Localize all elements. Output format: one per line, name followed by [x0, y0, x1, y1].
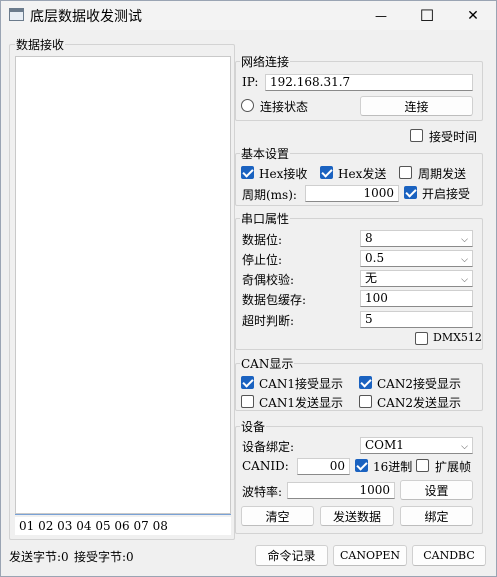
connection-status-radio[interactable] — [241, 99, 254, 112]
receive-bytes-counter: 接受字节:0 — [74, 550, 134, 564]
hex16-label: 16进制 — [373, 460, 413, 474]
dmx512-checkbox[interactable] — [415, 332, 428, 345]
timeout-label: 超时判断: — [242, 314, 295, 328]
extended-frame-checkbox[interactable] — [416, 459, 429, 472]
minimize-icon: — — [375, 8, 387, 23]
data-bits-value: 8 — [365, 231, 373, 245]
can-display-title: CAN显示 — [240, 355, 295, 372]
bind-button[interactable]: 绑定 — [400, 506, 473, 526]
can2-send-label: CAN2发送显示 — [377, 396, 461, 410]
stop-bits-label: 停止位: — [242, 253, 283, 267]
clear-button[interactable]: 清空 — [241, 506, 314, 526]
input-divider — [15, 514, 231, 515]
baud-rate-label: 波特率: — [242, 485, 283, 499]
send-bytes-counter: 发送字节:0 — [9, 550, 69, 564]
window-title: 底层数据收发测试 — [30, 9, 142, 25]
close-button[interactable]: ✕ — [450, 1, 496, 30]
device-group-title: 设备 — [240, 418, 267, 435]
periodic-send-label: 周期发送 — [418, 167, 467, 181]
baud-rate-input[interactable]: 1000 — [287, 482, 395, 499]
device-bind-select[interactable]: COM1 ⌵ — [360, 437, 473, 454]
device-bind-label: 设备绑定: — [242, 440, 295, 454]
receive-time-checkbox[interactable] — [410, 129, 423, 142]
hex-receive-checkbox[interactable] — [241, 166, 254, 179]
maximize-icon: ☐ — [419, 6, 435, 25]
ip-input[interactable]: 192.168.31.7 — [265, 74, 473, 91]
stop-bits-select[interactable]: 0.5 ⌵ — [360, 250, 473, 267]
device-bind-value: COM1 — [365, 438, 404, 452]
period-label: 周期(ms): — [242, 188, 297, 202]
buffer-input[interactable]: 100 — [360, 290, 473, 307]
open-receive-label: 开启接受 — [422, 187, 471, 201]
parity-select[interactable]: 无 ⌵ — [360, 270, 473, 287]
receive-textarea[interactable] — [15, 56, 231, 514]
ip-label: IP: — [242, 75, 259, 89]
buffer-label: 数据包缓存: — [242, 293, 307, 307]
receive-group-title: 数据接收 — [15, 36, 66, 53]
send-data-input[interactable]: 01 02 03 04 05 06 07 08 — [15, 517, 231, 535]
chevron-down-icon: ⌵ — [461, 255, 468, 265]
connection-status-label: 连接状态 — [260, 100, 309, 114]
dmx512-label: DMX512 — [433, 331, 482, 344]
set-button[interactable]: 设置 — [400, 480, 473, 500]
command-log-button[interactable]: 命令记录 — [255, 545, 328, 566]
minimize-button[interactable]: — — [358, 1, 404, 30]
parity-value: 无 — [365, 271, 378, 285]
data-bits-select[interactable]: 8 ⌵ — [360, 230, 473, 247]
can2-receive-checkbox[interactable] — [359, 376, 372, 389]
stop-bits-value: 0.5 — [365, 251, 385, 265]
basic-settings-title: 基本设置 — [240, 145, 291, 162]
candbc-button[interactable]: CANDBC — [412, 545, 486, 566]
chevron-down-icon: ⌵ — [461, 235, 468, 245]
hex16-checkbox[interactable] — [355, 459, 368, 472]
open-receive-checkbox[interactable] — [404, 186, 417, 199]
timeout-input[interactable]: 5 — [360, 311, 473, 328]
hex-receive-label: Hex接收 — [259, 167, 308, 181]
close-icon: ✕ — [467, 7, 479, 24]
network-group-title: 网络连接 — [240, 53, 291, 70]
connect-button[interactable]: 连接 — [360, 96, 473, 116]
receive-time-label: 接受时间 — [429, 130, 478, 144]
serial-group-title: 串口属性 — [240, 210, 291, 227]
chevron-down-icon: ⌵ — [461, 442, 468, 452]
extended-frame-label: 扩展帧 — [435, 460, 472, 474]
hex-send-checkbox[interactable] — [320, 166, 333, 179]
period-input[interactable]: 1000 — [305, 185, 399, 202]
app-icon — [9, 8, 24, 21]
canopen-button[interactable]: CANOPEN — [333, 545, 407, 566]
can1-receive-label: CAN1接受显示 — [259, 377, 343, 391]
hex-send-label: Hex发送 — [338, 167, 387, 181]
can2-receive-label: CAN2接受显示 — [377, 377, 461, 391]
can2-send-checkbox[interactable] — [359, 395, 372, 408]
send-data-button[interactable]: 发送数据 — [320, 506, 394, 526]
periodic-send-checkbox[interactable] — [399, 166, 412, 179]
can1-receive-checkbox[interactable] — [241, 376, 254, 389]
canid-label: CANID: — [242, 459, 289, 473]
can1-send-label: CAN1发送显示 — [259, 396, 343, 410]
parity-label: 奇偶校验: — [242, 273, 295, 287]
canid-input[interactable]: 00 — [297, 458, 350, 475]
maximize-button[interactable]: ☐ — [404, 1, 450, 30]
chevron-down-icon: ⌵ — [461, 275, 468, 285]
can1-send-checkbox[interactable] — [241, 395, 254, 408]
data-bits-label: 数据位: — [242, 233, 283, 247]
